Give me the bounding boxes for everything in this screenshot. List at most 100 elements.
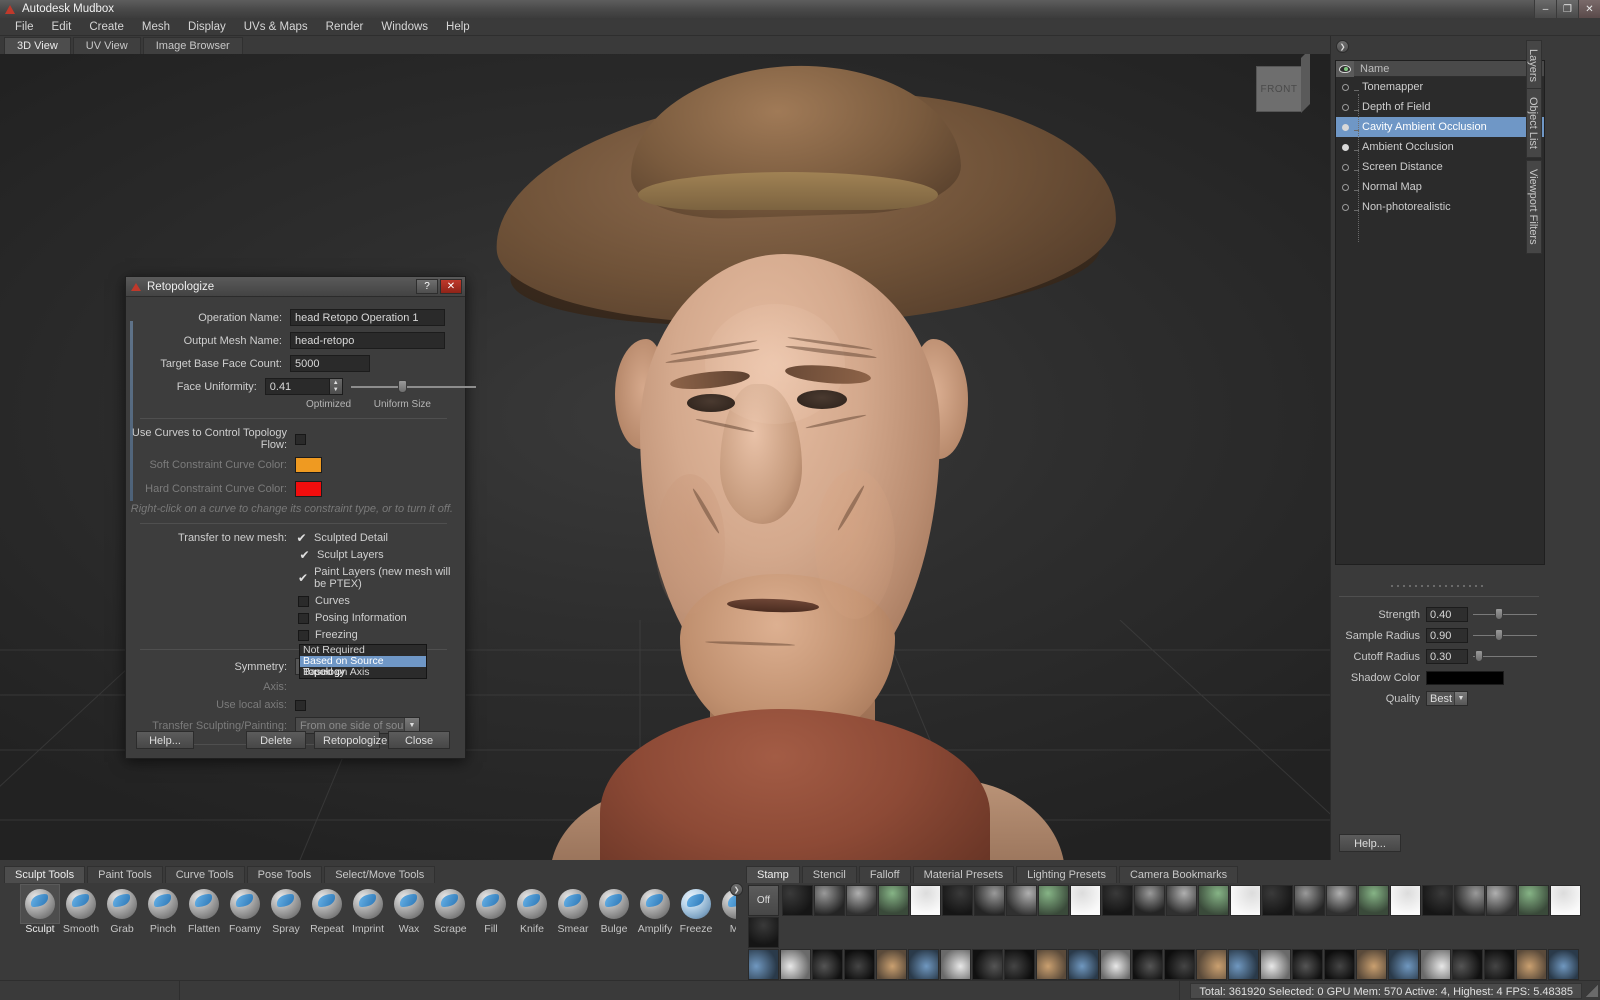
tab-stencil[interactable]: Stencil [802,866,857,883]
stamp-thumbnail[interactable] [1358,885,1389,916]
stamp-thumbnail[interactable] [942,885,973,916]
tool-amplify[interactable]: Amplify [635,884,675,935]
strength-input[interactable]: 0.40 [1426,607,1468,622]
tool-bulge[interactable]: Bulge [594,884,634,935]
slider-knob[interactable] [1495,629,1503,641]
list-item-depth-of-field[interactable]: Depth of Field [1336,97,1544,117]
tool-foamy[interactable]: Foamy [225,884,265,935]
sample-radius-slider[interactable] [1473,628,1537,643]
stamp-thumbnail[interactable] [1260,949,1291,980]
stamp-panel-expand-icon[interactable]: ❯ [730,883,743,896]
tool-flatten[interactable]: Flatten [184,884,224,935]
tab-pose-tools[interactable]: Pose Tools [247,866,323,883]
checkbox-paint-layers[interactable]: ✔ [298,572,308,584]
tab-curve-tools[interactable]: Curve Tools [165,866,245,883]
stamp-thumbnail[interactable] [782,885,813,916]
stamp-thumbnail[interactable] [1134,885,1165,916]
tool-grab[interactable]: Grab [102,884,142,935]
stamp-thumbnail[interactable] [1006,885,1037,916]
stamp-thumbnail[interactable] [1390,885,1421,916]
stamp-thumbnail[interactable] [1230,885,1261,916]
use-local-axis-checkbox[interactable] [295,700,306,711]
visibility-toggle[interactable] [1336,204,1354,211]
stamp-thumbnail[interactable] [814,885,845,916]
retopologize-dialog[interactable]: Retopologize ? ✕ Operation Name: head Re… [125,276,466,759]
window-resize-grip[interactable] [1586,985,1598,997]
spin-down-icon[interactable]: ▼ [330,387,342,395]
stamp-thumbnail[interactable] [1452,949,1483,980]
tool-spray[interactable]: Spray [266,884,306,935]
stamp-thumbnail[interactable] [908,949,939,980]
close-button[interactable]: ✕ [1578,0,1600,18]
stamp-thumbnail[interactable] [1102,885,1133,916]
visibility-toggle[interactable] [1336,124,1354,131]
stamp-thumbnail[interactable] [876,949,907,980]
checkbox-posing-information[interactable] [298,613,309,624]
tab-camera-bookmarks[interactable]: Camera Bookmarks [1119,866,1238,883]
hard-constraint-color-swatch[interactable] [295,481,322,497]
shadow-color-swatch[interactable] [1426,671,1504,685]
tab-select-move-tools[interactable]: Select/Move Tools [324,866,435,883]
list-item-tonemapper[interactable]: Tonemapper [1336,77,1544,97]
help-button[interactable]: Help... [136,731,194,749]
minimize-button[interactable]: – [1534,0,1556,18]
stamp-thumbnail[interactable] [1484,949,1515,980]
face-uniformity-spin-buttons[interactable]: ▲ ▼ [330,378,343,395]
checkbox-freezing[interactable] [298,630,309,641]
stamp-thumbnail[interactable] [940,949,971,980]
stamp-off-button[interactable]: Off [748,885,779,916]
menu-edit[interactable]: Edit [43,18,81,36]
stamp-thumbnail[interactable] [1262,885,1293,916]
maximize-button[interactable]: ❐ [1556,0,1578,18]
cutoff-radius-input[interactable]: 0.30 [1426,649,1468,664]
menu-create[interactable]: Create [80,18,133,36]
tab-lighting-presets[interactable]: Lighting Presets [1016,866,1117,883]
operation-name-input[interactable]: head Retopo Operation 1 [290,309,445,326]
stamp-thumbnail[interactable] [1420,949,1451,980]
stamp-thumbnail[interactable] [878,885,909,916]
stamp-thumbnail[interactable] [1292,949,1323,980]
stamp-thumbnail[interactable] [1326,885,1357,916]
cutoff-radius-slider[interactable] [1473,649,1537,664]
stamp-thumbnail[interactable] [1486,885,1517,916]
menu-windows[interactable]: Windows [372,18,437,36]
tool-repeat[interactable]: Repeat [307,884,347,935]
panel-help-button[interactable]: Help... [1339,834,1401,852]
list-item-normal-map[interactable]: Normal Map [1336,177,1544,197]
stamp-thumbnail[interactable] [780,949,811,980]
tab-sculpt-tools[interactable]: Sculpt Tools [4,866,85,883]
stamp-thumbnail[interactable] [1388,949,1419,980]
spin-up-icon[interactable]: ▲ [330,379,342,387]
tab-stamp[interactable]: Stamp [746,866,800,883]
stamp-thumbnail[interactable] [972,949,1003,980]
stamp-thumbnail[interactable] [1196,949,1227,980]
stamp-thumbnail[interactable] [748,917,779,948]
stamp-thumbnail[interactable] [1100,949,1131,980]
menu-mesh[interactable]: Mesh [133,18,179,36]
strength-slider[interactable] [1473,607,1537,622]
tool-smooth[interactable]: Smooth [61,884,101,935]
tool-freeze[interactable]: Freeze [676,884,716,935]
tool-sculpt[interactable]: Sculpt [20,884,60,935]
dialog-help-button[interactable]: ? [416,279,438,294]
list-item-cavity-ambient-occlusion[interactable]: Cavity Ambient Occlusion [1336,117,1544,137]
stamp-thumbnail[interactable] [1550,885,1581,916]
tab-image-browser[interactable]: Image Browser [143,37,243,54]
delete-button[interactable]: Delete [246,731,306,749]
tool-scrape[interactable]: Scrape [430,884,470,935]
dialog-close-button[interactable]: ✕ [440,279,462,294]
face-uniformity-slider[interactable] [351,378,455,395]
tool-pinch[interactable]: Pinch [143,884,183,935]
tab-3d-view[interactable]: 3D View [4,37,71,54]
panel-resize-grip[interactable] [1391,584,1491,588]
stamp-thumbnail[interactable] [748,949,779,980]
stamp-thumbnail-grid[interactable]: Off [748,885,1600,981]
stamp-thumbnail[interactable] [1422,885,1453,916]
tool-imprint[interactable]: Imprint [348,884,388,935]
stamp-thumbnail[interactable] [1038,885,1069,916]
view-cube[interactable]: FRONT [1256,66,1302,112]
quality-combobox[interactable]: Best ▼ [1426,691,1468,706]
visibility-toggle[interactable] [1336,184,1354,191]
tool-knife[interactable]: Knife [512,884,552,935]
stamp-thumbnail[interactable] [1454,885,1485,916]
